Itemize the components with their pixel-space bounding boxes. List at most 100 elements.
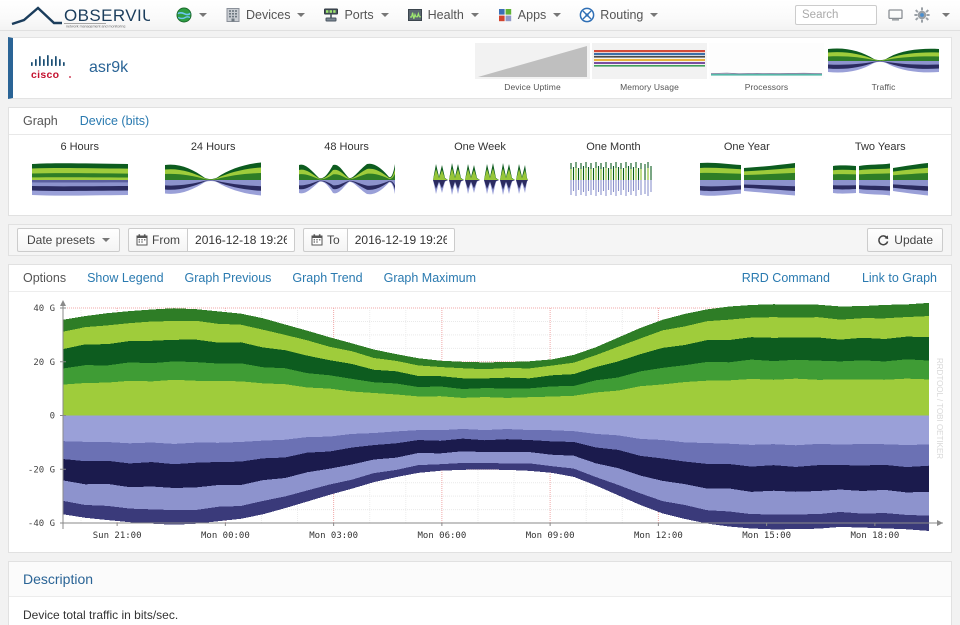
nav-label-routing: Routing — [600, 8, 644, 22]
processors-sparkline — [709, 43, 824, 79]
chevron-down-icon — [553, 13, 562, 17]
main-graph-card: Options Show Legend Graph Previous Graph… — [8, 264, 952, 553]
update-label: Update — [894, 233, 933, 247]
calendar-icon — [136, 234, 148, 246]
from-field-group: From — [128, 228, 296, 252]
svg-text:OBSERVIUM: OBSERVIUM — [64, 6, 150, 25]
nav-right-group — [795, 5, 950, 25]
search-input[interactable] — [795, 5, 877, 25]
device-header-panel: cisco asr9k Device Uptime Memory Usage P… — [8, 37, 952, 99]
routing-icon — [579, 7, 595, 23]
top-navbar: OBSERVIUM network management and monitor… — [0, 0, 960, 31]
nav-label-devices: Devices — [246, 8, 291, 22]
svg-text:Mon 09:00: Mon 09:00 — [526, 531, 575, 541]
period-48-hours[interactable]: 48 Hours — [280, 141, 413, 207]
nav-item-ports[interactable]: Ports — [315, 3, 396, 27]
rrd-command-link[interactable]: RRD Command — [742, 271, 830, 285]
chevron-down-icon[interactable] — [942, 13, 950, 17]
period-one-week[interactable]: One Week — [413, 141, 546, 207]
device-identity: cisco asr9k — [13, 53, 313, 83]
graph-options-row: Options Show Legend Graph Previous Graph… — [9, 265, 951, 292]
show-legend-link[interactable]: Show Legend — [87, 271, 163, 285]
graph-card: Graph Device (bits) 6 Hours 24 Hours 48 … — [8, 107, 952, 216]
mini-graph-label: Traffic — [871, 82, 896, 92]
traffic-graph[interactable]: 40 G 20 G 0 -20 G -40 G Sun 21:00 Mon 00:00 Mo… — [9, 292, 951, 552]
mini-graph-device-uptime[interactable]: Device Uptime — [475, 43, 590, 93]
description-card: Description Device total traffic in bits… — [8, 561, 952, 625]
period-sparkline-6h — [31, 163, 128, 196]
to-date-input[interactable] — [346, 228, 455, 252]
tab-graph[interactable]: Graph — [23, 114, 58, 128]
period-sparkline-1m — [570, 162, 652, 196]
period-label: One Week — [454, 141, 506, 153]
devices-icon — [225, 7, 241, 23]
nav-item-health[interactable]: Health — [399, 3, 487, 27]
calendar-icon — [311, 234, 323, 246]
device-name[interactable]: asr9k — [89, 59, 128, 77]
period-24-hours[interactable]: 24 Hours — [146, 141, 279, 207]
gear-icon[interactable] — [914, 7, 930, 23]
update-button[interactable]: Update — [867, 228, 943, 252]
from-date-input[interactable] — [187, 228, 296, 252]
nav-item-globe[interactable] — [168, 3, 215, 27]
device-mini-graphs: Device Uptime Memory Usage Processors Tr… — [475, 43, 951, 93]
svg-text:Mon 06:00: Mon 06:00 — [417, 531, 466, 541]
svg-text:-40 G: -40 G — [28, 519, 55, 529]
traffic-graph-svg: 40 G 20 G 0 -20 G -40 G Sun 21:00 Mon 00:00 Mo… — [13, 298, 949, 548]
period-6-hours[interactable]: 6 Hours — [13, 141, 146, 207]
graph-maximum-link[interactable]: Graph Maximum — [384, 271, 476, 285]
period-two-years[interactable]: Two Years — [814, 141, 947, 207]
mini-graph-traffic[interactable]: Traffic — [826, 43, 941, 93]
svg-text:Mon 03:00: Mon 03:00 — [309, 531, 358, 541]
period-sparkline-24h — [165, 162, 262, 196]
graph-previous-link[interactable]: Graph Previous — [185, 271, 272, 285]
memory-sparkline — [592, 43, 707, 79]
period-label: One Month — [586, 141, 641, 153]
mini-graph-label: Device Uptime — [504, 82, 561, 92]
date-range-toolbar: Date presets From 2016-12-18 19:26:1 To … — [8, 224, 952, 256]
svg-text:network management and monitor: network management and monitoring — [66, 25, 125, 29]
period-sparkline-1w — [432, 163, 528, 195]
svg-text:Mon 15:00: Mon 15:00 — [742, 531, 791, 541]
from-addon[interactable]: From — [128, 228, 188, 252]
svg-text:20 G: 20 G — [33, 358, 55, 368]
nav-label-apps: Apps — [517, 8, 547, 22]
link-to-graph-link[interactable]: Link to Graph — [862, 271, 937, 285]
period-one-month[interactable]: One Month — [547, 141, 680, 207]
chevron-down-icon — [199, 13, 207, 17]
to-addon[interactable]: To — [303, 228, 347, 252]
traffic-sparkline — [826, 43, 941, 79]
chevron-down-icon — [297, 13, 306, 17]
tab-device-bits[interactable]: Device (bits) — [80, 114, 149, 128]
to-field-group: To — [303, 228, 455, 252]
chevron-down-icon — [380, 13, 389, 17]
description-text: Device total traffic in bits/sec. — [23, 608, 179, 622]
apps-icon — [497, 7, 513, 23]
graph-trend-link[interactable]: Graph Trend — [292, 271, 362, 285]
period-label: One Year — [723, 141, 770, 153]
svg-text:-20 G: -20 G — [28, 465, 55, 475]
description-heading: Description — [9, 562, 951, 597]
mini-graph-label: Processors — [744, 82, 789, 92]
svg-text:cisco: cisco — [31, 69, 59, 81]
svg-text:Sun 21:00: Sun 21:00 — [93, 531, 142, 541]
tab-strip: Graph Device (bits) — [9, 108, 951, 135]
from-label: From — [152, 233, 181, 247]
period-label: 6 Hours — [60, 141, 99, 153]
nav-label-health: Health — [427, 8, 464, 22]
brand-logo[interactable]: OBSERVIUM network management and monitor… — [10, 2, 150, 28]
mini-graph-processors[interactable]: Processors — [709, 43, 824, 93]
options-title: Options — [23, 271, 67, 285]
mini-graph-label: Memory Usage — [620, 82, 679, 92]
date-presets-button[interactable]: Date presets — [17, 228, 121, 252]
nav-item-apps[interactable]: Apps — [489, 3, 570, 27]
period-sparkline-48h — [298, 163, 395, 195]
globe-icon — [176, 7, 192, 23]
monitor-icon[interactable] — [887, 7, 904, 23]
mini-graph-memory-usage[interactable]: Memory Usage — [592, 43, 707, 93]
nav-item-devices[interactable]: Devices — [217, 3, 313, 27]
period-one-year[interactable]: One Year — [680, 141, 813, 207]
period-sparkline-2y — [833, 163, 929, 196]
nav-item-routing[interactable]: Routing — [571, 3, 666, 27]
health-icon — [407, 7, 423, 23]
